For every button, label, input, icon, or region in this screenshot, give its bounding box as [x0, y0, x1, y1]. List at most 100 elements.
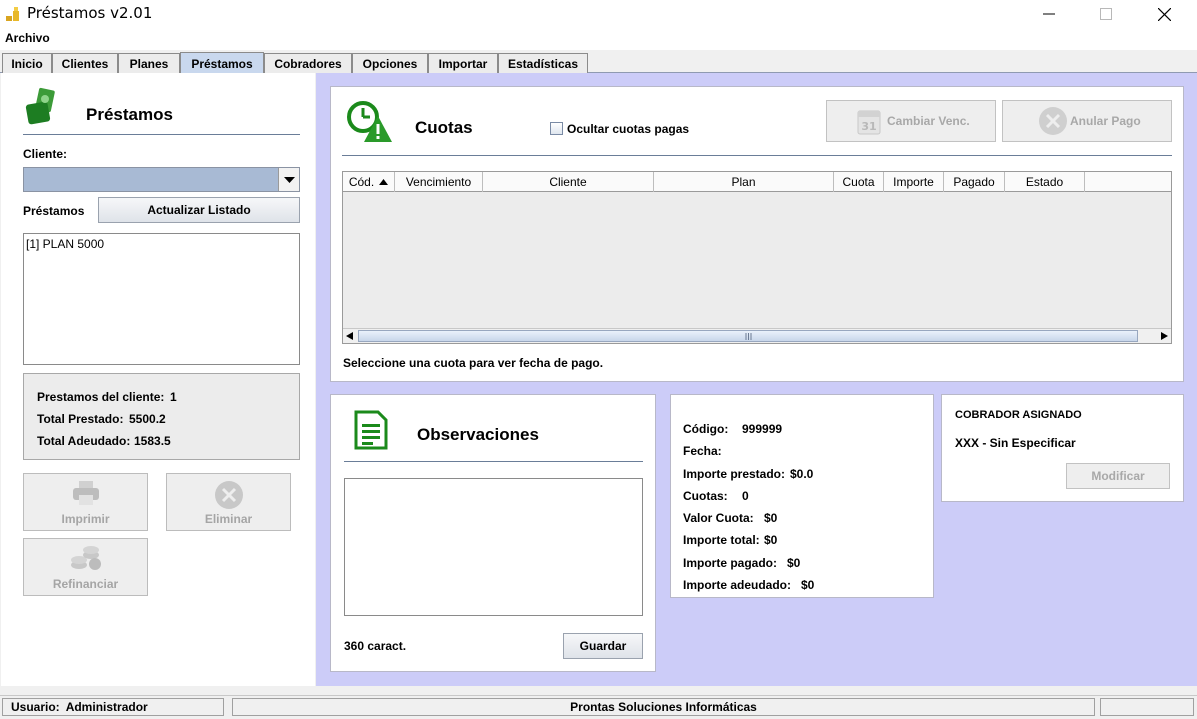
delete-button[interactable]: Eliminar [166, 473, 291, 531]
refresh-list-button[interactable]: Actualizar Listado [98, 197, 300, 223]
cuotas-table[interactable]: Cód. Vencimiento Cliente Plan Cuota Impo… [342, 171, 1172, 344]
print-label: Imprimir [61, 512, 110, 526]
tab-inicio[interactable]: Inicio [2, 53, 52, 73]
svg-text:31: 31 [861, 120, 876, 133]
hide-paid-label: Ocultar cuotas pagas [567, 122, 690, 136]
change-due-label: Cambiar Venc. [887, 114, 970, 128]
tab-importar[interactable]: Importar [428, 53, 498, 73]
table-header: Cód. Vencimiento Cliente Plan Cuota Impo… [343, 172, 1171, 192]
scroll-thumb[interactable] [358, 330, 1138, 342]
scroll-left-icon[interactable] [346, 332, 353, 340]
importe-pagado-label: Importe pagado: [683, 556, 778, 570]
coin-stack-icon [6, 7, 19, 21]
scroll-right-icon[interactable] [1161, 332, 1168, 340]
valor-cuota-value: $0 [764, 511, 778, 525]
tab-opciones[interactable]: Opciones [352, 53, 428, 73]
chevron-down-icon [283, 176, 295, 183]
loans-list[interactable]: [1] PLAN 5000 [23, 233, 300, 365]
owed-label: Total Adeudado: [37, 434, 131, 448]
importe-pagado-value: $0 [787, 556, 801, 570]
observaciones-title: Observaciones [417, 425, 539, 444]
minimize-button[interactable] [1026, 0, 1072, 28]
importe-prestado-value: $0.0 [790, 467, 814, 481]
col-cuota[interactable]: Cuota [834, 172, 884, 192]
cancel-payment-label: Anular Pago [1070, 114, 1141, 128]
codigo-value: 999999 [742, 422, 783, 436]
cuotas-hint: Seleccione una cuota para ver fecha de p… [343, 356, 604, 370]
refinance-label: Refinanciar [52, 577, 119, 591]
tab-cobradores[interactable]: Cobradores [264, 53, 352, 73]
list-item[interactable]: [1] PLAN 5000 [26, 237, 104, 251]
window-title: Préstamos v2.01 [27, 4, 153, 22]
tab-clientes[interactable]: Clientes [52, 53, 118, 73]
user-label: Usuario: [11, 700, 60, 714]
printer-icon [72, 481, 99, 505]
cancel-payment-button[interactable]: Anular Pago [1002, 100, 1172, 142]
count-value: 1 [170, 390, 177, 404]
user-value: Administrador [65, 700, 148, 714]
col-cliente[interactable]: Cliente [483, 172, 654, 192]
hide-paid-checkbox[interactable] [550, 122, 563, 135]
sort-asc-icon [379, 179, 389, 185]
document-icon [354, 410, 388, 450]
tab-planes[interactable]: Planes [118, 53, 180, 73]
col-codigo-label: Cód. [348, 175, 375, 189]
collector-title: COBRADOR ASIGNADO [955, 409, 1082, 421]
close-button[interactable] [1141, 0, 1187, 28]
menu-archivo[interactable]: Archivo [5, 31, 50, 45]
col-vencimiento[interactable]: Vencimiento [395, 172, 483, 192]
codigo-label: Código: [683, 422, 729, 436]
combo-dropdown-button[interactable] [278, 168, 299, 191]
tab-bar: Inicio Clientes Planes Préstamos Cobrado… [0, 51, 1197, 74]
loans-summary: Prestamos del cliente: 1 Total Prestado:… [23, 373, 300, 460]
importe-total-label: Importe total: [683, 533, 760, 547]
importe-adeudado-label: Importe adeudado: [683, 578, 792, 592]
calendar-icon: 31 [857, 110, 881, 135]
col-pagado[interactable]: Pagado [944, 172, 1005, 192]
owed-value: 1583.5 [134, 434, 171, 448]
lent-label: Total Prestado: [37, 412, 124, 426]
observaciones-divider [344, 461, 643, 462]
modify-collector-button[interactable]: Modificar [1066, 463, 1170, 489]
horizontal-scrollbar[interactable] [343, 328, 1171, 343]
cuotas-title: Cuotas [415, 118, 473, 137]
save-button[interactable]: Guardar [563, 633, 643, 659]
cliente-combo[interactable] [23, 167, 300, 192]
col-plan[interactable]: Plan [654, 172, 834, 192]
delete-label: Eliminar [204, 512, 253, 526]
observaciones-textarea[interactable] [344, 478, 643, 616]
loans-panel: Préstamos Cliente: Préstamos Actualizar … [1, 73, 315, 686]
status-bar: Usuario: Administrador Prontas Solucione… [0, 695, 1197, 719]
clock-warning-icon [347, 101, 392, 142]
collector-value: XXX - Sin Especificar [955, 436, 1076, 450]
valor-cuota-label: Valor Cuota: [683, 511, 754, 525]
cuotas-divider [342, 155, 1172, 156]
lent-value: 5500.2 [129, 412, 166, 426]
col-codigo[interactable]: Cód. [343, 172, 395, 192]
fecha-label: Fecha: [683, 444, 722, 458]
tab-prestamos[interactable]: Préstamos [180, 52, 264, 74]
char-counter: 360 caract. [344, 639, 407, 653]
menu-bar: Archivo [0, 28, 1197, 50]
coins-icon [70, 546, 101, 570]
col-importe[interactable]: Importe [884, 172, 944, 192]
delete-icon [214, 481, 243, 509]
refinance-button[interactable]: Refinanciar [23, 538, 148, 596]
maximize-button[interactable] [1083, 0, 1129, 28]
tab-estadisticas[interactable]: Estadísticas [498, 53, 588, 73]
status-user: Usuario: Administrador [2, 698, 224, 716]
importe-adeudado-value: $0 [801, 578, 815, 592]
change-due-button[interactable]: 31 Cambiar Venc. [826, 100, 996, 142]
importe-total-value: $0 [764, 533, 778, 547]
importe-prestado-label: Importe prestado: [683, 467, 786, 481]
prestamos-label: Préstamos [23, 204, 85, 218]
panel-title: Préstamos [86, 105, 173, 124]
col-estado[interactable]: Estado [1005, 172, 1085, 192]
status-extra [1100, 698, 1194, 716]
print-button[interactable]: Imprimir [23, 473, 148, 531]
cliente-label: Cliente: [23, 147, 68, 161]
minimize-icon [1043, 13, 1055, 15]
cuotas-count-value: 0 [742, 489, 749, 503]
grip-icon [745, 333, 752, 340]
status-company: Prontas Soluciones Informáticas [232, 698, 1095, 716]
